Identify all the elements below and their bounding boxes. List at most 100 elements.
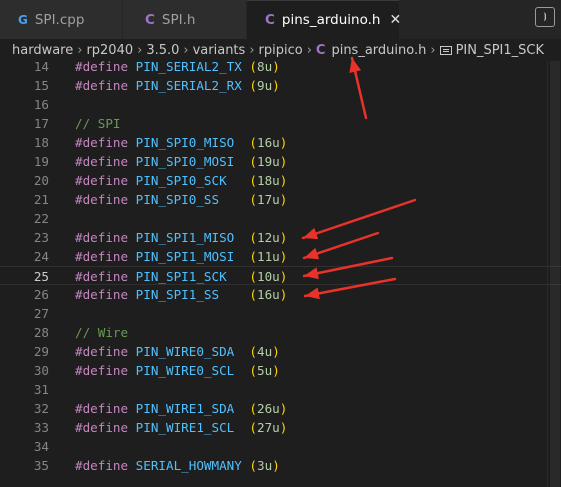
close-paren: ) (272, 59, 280, 74)
code-line[interactable]: 17 // SPI (0, 114, 561, 133)
breadcrumb-item[interactable]: hardware (12, 43, 73, 58)
breadcrumb-item[interactable]: rpipico (259, 43, 303, 58)
cpp-file-icon: G (18, 12, 28, 27)
code-editor[interactable]: 14 #define PIN_SERIAL2_TX (8u) 15 #define P… (0, 59, 561, 487)
code-line[interactable]: 24 #define PIN_SPI1_MOSI (11u) (0, 247, 561, 266)
open-paren: ( (249, 192, 258, 207)
vertical-scrollbar[interactable] (547, 61, 561, 487)
code-line[interactable]: 19 #define PIN_SPI0_MOSI (19u) (0, 152, 561, 171)
tab-pins-arduino-h[interactable]: C pins_arduino.h ✕ (247, 0, 401, 39)
line-number: 31 (33, 382, 49, 397)
line-number: 24 (33, 249, 49, 264)
line-number: 34 (33, 439, 49, 454)
line-number: 21 (33, 192, 49, 207)
open-paren: ( (249, 269, 258, 284)
macro-value: 3u (257, 458, 273, 473)
breadcrumb-item[interactable]: rp2040 (86, 43, 133, 58)
scrollbar-thumb[interactable] (550, 61, 560, 487)
code-line[interactable]: 34 (0, 437, 561, 456)
code-line[interactable]: 30 #define PIN_WIRE0_SCL (5u) (0, 361, 561, 380)
macro-name: PIN_SPI1_SCK (135, 269, 227, 284)
define-keyword: #define (75, 420, 129, 435)
macro-name: PIN_SPI0_MOSI (135, 154, 235, 169)
line-number: 18 (33, 135, 49, 150)
code-line[interactable]: 22 (0, 209, 561, 228)
close-icon[interactable]: ✕ (389, 12, 401, 28)
line-number: 28 (33, 325, 49, 340)
code-text: #define PIN_SPI1_MOSI (11u) (75, 247, 287, 266)
macro-value: 16u (257, 287, 280, 302)
chevron-right-icon: › (183, 42, 189, 58)
code-text: #define SERIAL_HOWMANY (3u) (75, 456, 280, 475)
code-line[interactable]: 29 #define PIN_WIRE0_SDA (4u) (0, 342, 561, 361)
macro-value: 12u (257, 230, 280, 245)
code-line[interactable]: 28 // Wire (0, 323, 561, 342)
open-paren: ( (249, 401, 258, 416)
breadcrumb-file[interactable]: pins_arduino.h (331, 43, 426, 58)
open-paren: ( (249, 420, 258, 435)
code-line[interactable]: 25 #define PIN_SPI1_SCK (10u) (0, 266, 561, 285)
close-paren: ) (279, 154, 288, 169)
code-line[interactable]: 16 (0, 95, 561, 114)
macro-name: PIN_SPI0_SS (135, 192, 220, 207)
c-header-file-icon: C (265, 12, 275, 28)
code-line[interactable]: 31 (0, 380, 561, 399)
line-number: 15 (33, 78, 49, 93)
code-line[interactable]: 33 #define PIN_WIRE1_SCL (27u) (0, 418, 561, 437)
breadcrumb-symbol[interactable]: PIN_SPI1_SCK (456, 43, 544, 58)
define-keyword: #define (75, 192, 129, 207)
macro-name: SERIAL_HOWMANY (135, 458, 242, 473)
macro-value: 27u (257, 420, 280, 435)
macro-name: PIN_WIRE1_SDA (135, 401, 235, 416)
define-keyword: #define (75, 78, 129, 93)
define-keyword: #define (75, 287, 129, 302)
code-text: #define PIN_WIRE1_SDA (26u) (75, 399, 287, 418)
split-editor-icon: ⦘ (543, 12, 547, 22)
line-number: 33 (33, 420, 49, 435)
code-text: #define PIN_WIRE0_SCL (5u) (75, 361, 280, 380)
code-text: #define PIN_SPI1_SCK (10u) (75, 267, 287, 286)
code-line[interactable]: 27 (0, 304, 561, 323)
split-editor-button[interactable]: ⦘ (535, 7, 555, 27)
code-line[interactable]: 18 #define PIN_SPI0_MISO (16u) (0, 133, 561, 152)
code-line[interactable]: 20 #define PIN_SPI0_SCK (18u) (0, 171, 561, 190)
open-paren: ( (249, 249, 258, 264)
define-keyword: #define (75, 249, 129, 264)
close-paren: ) (272, 363, 280, 378)
line-number: 27 (33, 306, 49, 321)
code-line[interactable]: 26 #define PIN_SPI1_SS (16u) (0, 285, 561, 304)
macro-name: PIN_WIRE0_SCL (135, 363, 235, 378)
macro-name: PIN_WIRE0_SDA (135, 344, 235, 359)
code-text: #define PIN_SPI0_SCK (18u) (75, 171, 287, 190)
open-paren: ( (249, 78, 258, 93)
code-line[interactable]: 23 #define PIN_SPI1_MISO (12u) (0, 228, 561, 247)
code-line[interactable]: 15 #define PIN_SERIAL2_RX (9u) (0, 76, 561, 95)
line-number: 32 (33, 401, 49, 416)
tab-spi-cpp[interactable]: G SPI.cpp (0, 0, 122, 39)
code-line[interactable]: 32 #define PIN_WIRE1_SDA (26u) (0, 399, 561, 418)
code-text: #define PIN_SERIAL2_RX (9u) (75, 76, 280, 95)
breadcrumb-item[interactable]: variants (193, 43, 246, 58)
code-line[interactable]: 14 #define PIN_SERIAL2_TX (8u) (0, 57, 561, 76)
macro-value: 19u (257, 154, 280, 169)
code-line[interactable]: 21 #define PIN_SPI0_SS (17u) (0, 190, 561, 209)
code-text: // SPI (75, 114, 121, 133)
code-text: #define PIN_SPI1_SS (16u) (75, 285, 287, 304)
code-line[interactable]: 35 #define SERIAL_HOWMANY (3u) (0, 456, 561, 475)
define-keyword: #define (75, 269, 129, 284)
close-paren: ) (272, 78, 280, 93)
define-keyword: #define (75, 230, 129, 245)
define-keyword: #define (75, 135, 129, 150)
breadcrumb-item[interactable]: 3.5.0 (146, 43, 179, 58)
open-paren: ( (249, 230, 258, 245)
macro-name: PIN_SPI1_MOSI (135, 249, 235, 264)
tab-label: SPI.h (161, 11, 196, 28)
code-comment: // Wire (75, 325, 129, 340)
line-number: 16 (33, 97, 49, 112)
tab-spi-h[interactable]: C SPI.h (123, 0, 246, 39)
